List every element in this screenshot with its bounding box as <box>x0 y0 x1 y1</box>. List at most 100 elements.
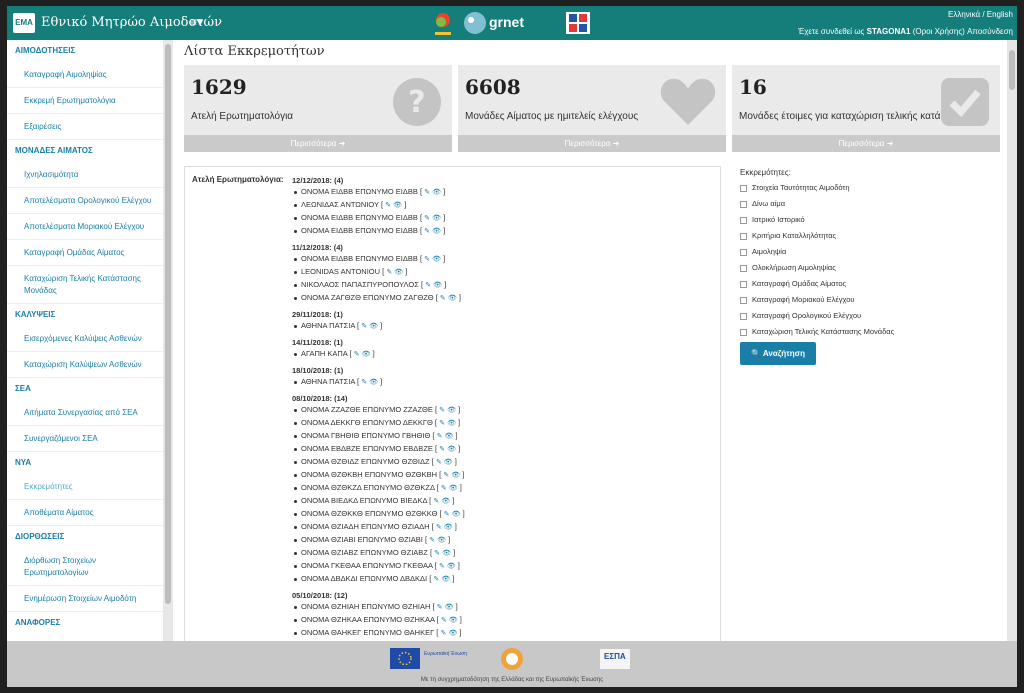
edit-icon[interactable]: ✎ <box>386 269 392 276</box>
filter-checkbox-row[interactable]: Στοιχεία Ταυτότητας Αιμοδότη <box>740 180 940 196</box>
sidebar-item[interactable]: Καταχώριση Καλύψεων Ασθενών <box>7 352 172 378</box>
view-icon[interactable]: 👁 <box>448 295 457 302</box>
sidebar-item[interactable]: Καταγραφή Ομάδας Αίματος <box>7 240 172 266</box>
checkbox[interactable] <box>740 232 747 240</box>
stat-more-link[interactable]: Περισσότερα ➜ <box>184 135 452 152</box>
sidebar-item[interactable]: Ιχνηλασιμότητα <box>7 162 172 188</box>
view-icon[interactable]: 👁 <box>444 459 453 466</box>
main-scrollbar-thumb[interactable] <box>1009 50 1015 90</box>
edit-icon[interactable]: ✎ <box>354 351 360 358</box>
filter-checkbox-row[interactable]: Κριτήρια Καταλληλότητας <box>740 228 940 244</box>
filter-checkbox-row[interactable]: Ιατρικό Ιστορικό <box>740 212 940 228</box>
sidebar-item[interactable]: Καταχώριση Τελικής Κατάστασης Μονάδας <box>7 266 172 304</box>
filter-checkbox-row[interactable]: Καταγραφή Μοριακού Ελέγχου <box>740 292 940 308</box>
view-icon[interactable]: 👁 <box>362 351 371 358</box>
sidebar-item[interactable]: Αποτελέσματα Μοριακού Ελέγχου <box>7 214 172 240</box>
edit-icon[interactable]: ✎ <box>429 537 435 544</box>
edit-icon[interactable]: ✎ <box>441 617 447 624</box>
view-icon[interactable]: 👁 <box>432 189 441 196</box>
edit-icon[interactable]: ✎ <box>433 576 439 583</box>
view-icon[interactable]: 👁 <box>394 269 403 276</box>
filter-checkbox-row[interactable]: Καταγραφή Ομάδας Αίματος <box>740 276 940 292</box>
menu-toggle-icon[interactable]: ≡▾ <box>190 15 203 29</box>
view-icon[interactable]: 👁 <box>442 550 451 557</box>
checkbox[interactable] <box>740 280 747 288</box>
sidebar-item[interactable]: Εισερχόμενες Καλύψεις Ασθενών <box>7 326 172 352</box>
view-icon[interactable]: 👁 <box>449 617 458 624</box>
edit-icon[interactable]: ✎ <box>434 550 440 557</box>
logout-link[interactable]: Αποσύνδεση <box>967 27 1013 36</box>
checkbox[interactable] <box>740 200 747 208</box>
filter-checkbox-row[interactable]: Καταγραφή Ορολογικού Ελέγχου <box>740 308 940 324</box>
filter-checkbox-row[interactable]: Δίνω αίμα <box>740 196 940 212</box>
checkbox[interactable] <box>740 184 747 192</box>
main-scrollbar[interactable] <box>1007 40 1017 641</box>
edit-icon[interactable]: ✎ <box>439 446 445 453</box>
sidebar-item[interactable]: Εκκρεμότητες <box>7 474 172 500</box>
view-icon[interactable]: 👁 <box>447 407 456 414</box>
edit-icon[interactable]: ✎ <box>437 604 443 611</box>
ema-logo[interactable]: ΕΜΑ <box>13 13 35 33</box>
edit-icon[interactable]: ✎ <box>424 256 430 263</box>
view-icon[interactable]: 👁 <box>447 446 456 453</box>
language-switch-link[interactable]: Ελληνικά / English <box>948 10 1013 19</box>
filter-checkbox-row[interactable]: Καταχώριση Τελικής Κατάστασης Μονάδας <box>740 324 940 340</box>
edit-icon[interactable]: ✎ <box>361 379 367 386</box>
edit-icon[interactable]: ✎ <box>361 323 367 330</box>
view-icon[interactable]: 👁 <box>445 433 454 440</box>
view-icon[interactable]: 👁 <box>452 511 461 518</box>
edit-icon[interactable]: ✎ <box>436 524 442 531</box>
edit-icon[interactable]: ✎ <box>436 459 442 466</box>
view-icon[interactable]: 👁 <box>444 524 453 531</box>
filter-checkbox-row[interactable]: Αιμοληψία <box>740 244 940 260</box>
edit-icon[interactable]: ✎ <box>424 215 430 222</box>
stat-more-link[interactable]: Περισσότερα ➜ <box>458 135 726 152</box>
sidebar-item[interactable]: Καταγραφή Αιμοληψίας <box>7 62 172 88</box>
checkbox[interactable] <box>740 264 747 272</box>
sidebar-item[interactable]: Ενημέρωση Στοιχείων Αιμοδότη <box>7 586 172 612</box>
edit-icon[interactable]: ✎ <box>433 498 439 505</box>
edit-icon[interactable]: ✎ <box>439 407 445 414</box>
view-icon[interactable]: 👁 <box>432 215 441 222</box>
view-icon[interactable]: 👁 <box>441 576 450 583</box>
edit-icon[interactable]: ✎ <box>443 472 449 479</box>
edit-icon[interactable]: ✎ <box>424 189 430 196</box>
sidebar-item[interactable]: Αιτήματα Συνεργασίας από ΣΕΑ <box>7 400 172 426</box>
edit-icon[interactable]: ✎ <box>440 295 446 302</box>
edit-icon[interactable]: ✎ <box>425 282 431 289</box>
checkbox[interactable] <box>740 296 747 304</box>
sidebar-item[interactable]: Αποθέματα Αίματος <box>7 500 172 526</box>
view-icon[interactable]: 👁 <box>451 472 460 479</box>
edit-icon[interactable]: ✎ <box>424 228 430 235</box>
search-button[interactable]: 🔍 Αναζήτηση <box>740 342 816 365</box>
view-icon[interactable]: 👁 <box>369 323 378 330</box>
edit-icon[interactable]: ✎ <box>444 511 450 518</box>
view-icon[interactable]: 👁 <box>433 282 442 289</box>
checkbox[interactable] <box>740 312 747 320</box>
view-icon[interactable]: 👁 <box>432 228 441 235</box>
view-icon[interactable]: 👁 <box>449 485 458 492</box>
view-icon[interactable]: 👁 <box>441 498 450 505</box>
view-icon[interactable]: 👁 <box>447 420 456 427</box>
sidebar-item[interactable]: Εκκρεμή Ερωτηματολόγια <box>7 88 172 114</box>
edit-icon[interactable]: ✎ <box>385 202 391 209</box>
edit-icon[interactable]: ✎ <box>439 420 445 427</box>
sidebar-item[interactable]: Εξαιρέσεις <box>7 114 172 140</box>
view-icon[interactable]: 👁 <box>445 604 454 611</box>
sidebar-item[interactable]: Συνεργαζόμενοι ΣΕΑ <box>7 426 172 452</box>
edit-icon[interactable]: ✎ <box>440 630 446 637</box>
edit-icon[interactable]: ✎ <box>441 485 447 492</box>
filter-checkbox-row[interactable]: Ολοκλήρωση Αιμοληψίας <box>740 260 940 276</box>
sidebar-scrollbar-thumb[interactable] <box>165 44 171 604</box>
view-icon[interactable]: 👁 <box>432 256 441 263</box>
checkbox[interactable] <box>740 216 747 224</box>
view-icon[interactable]: 👁 <box>369 379 378 386</box>
terms-link[interactable]: (Οροι Χρήσης) <box>913 27 965 36</box>
sidebar-item[interactable]: Αποτελέσματα Ορολογικού Ελέγχου <box>7 188 172 214</box>
view-icon[interactable]: 👁 <box>447 563 456 570</box>
view-icon[interactable]: 👁 <box>437 537 446 544</box>
stat-more-link[interactable]: Περισσότερα ➜ <box>732 135 1000 152</box>
edit-icon[interactable]: ✎ <box>437 433 443 440</box>
checkbox[interactable] <box>740 328 747 336</box>
checkbox[interactable] <box>740 248 747 256</box>
